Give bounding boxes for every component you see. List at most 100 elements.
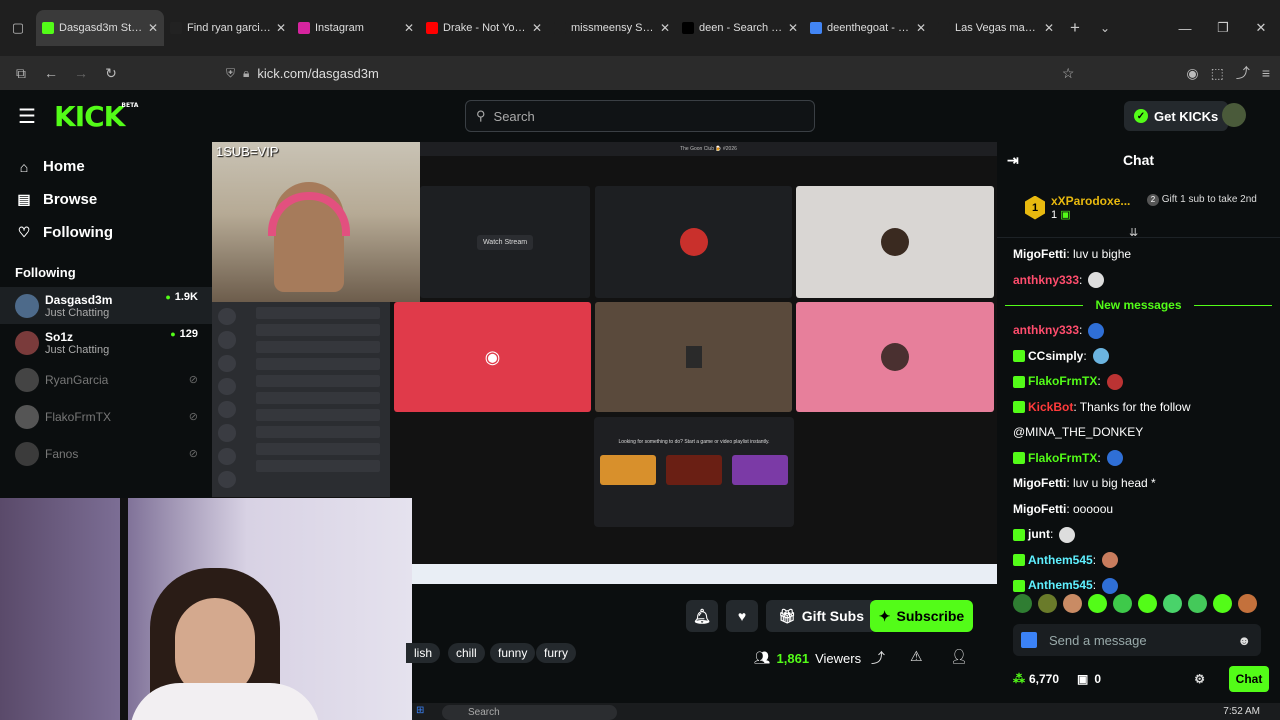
user-avatar[interactable] — [1222, 103, 1246, 127]
share-icon[interactable]: ⤴ — [871, 648, 885, 668]
subscriber-badge-icon — [1013, 579, 1025, 592]
following-heading: Following — [15, 265, 76, 280]
emote-icon[interactable] — [1088, 594, 1107, 613]
tab-close-icon[interactable]: ✕ — [276, 21, 286, 35]
followed-channel[interactable]: So1zJust Chatting 129 — [0, 324, 212, 361]
emote-icon[interactable] — [1138, 594, 1157, 613]
workspaces-icon[interactable]: ⧉ — [6, 65, 36, 82]
followed-channel[interactable]: Fanos ⊘ — [0, 435, 212, 472]
chat-username[interactable]: Anthem545 — [1028, 578, 1093, 592]
get-kicks-button[interactable]: ✓ Get KICKs — [1124, 101, 1229, 131]
share-icon[interactable]: ⤴ — [1236, 63, 1250, 83]
chat-username[interactable]: CCsimply — [1028, 349, 1083, 363]
tab-close-icon[interactable]: ✕ — [532, 21, 542, 35]
browser-tab[interactable]: deenthegoat - Go ✕ — [804, 10, 932, 46]
chat-username[interactable]: anthkny333 — [1013, 323, 1079, 337]
gift-prompt[interactable]: 2 Gift 1 sub to take 2nd — [1147, 194, 1272, 206]
tab-close-icon[interactable]: ✕ — [788, 21, 798, 35]
taskbar-clock: 7:52 AM — [1223, 706, 1260, 717]
browser-tab[interactable]: deen - Search / X ✕ — [676, 10, 804, 46]
browser-tab[interactable]: Dasgasd3m Stream ✕ — [36, 10, 164, 46]
chat-username[interactable]: MigoFetti — [1013, 476, 1066, 490]
browser-tab[interactable]: Instagram ✕ — [292, 10, 420, 46]
stream-tag[interactable]: lish — [406, 643, 441, 663]
tab-close-icon[interactable]: ✕ — [1044, 21, 1054, 35]
profile-icon[interactable]: ◉ — [1186, 65, 1198, 82]
chat-username[interactable]: Anthem545 — [1028, 553, 1093, 567]
notification-bell-button[interactable]: 🔔︎ — [686, 600, 718, 632]
expand-icon[interactable]: ⇊ — [1129, 226, 1138, 239]
logo-text: KICK — [54, 99, 125, 133]
tab-close-icon[interactable]: ✕ — [660, 21, 670, 35]
tab-close-icon[interactable]: ✕ — [148, 21, 158, 35]
send-message-placeholder: Send a message — [1049, 632, 1147, 648]
channel-avatar — [15, 330, 39, 355]
new-tab-button[interactable]: + — [1060, 18, 1090, 38]
followed-channel[interactable]: RyanGarcia ⊘ — [0, 361, 212, 398]
game-thumbnail — [732, 455, 788, 485]
subscribe-button[interactable]: ✦ Subscribe — [870, 600, 973, 632]
tab-list-button[interactable]: ⌄ — [1090, 21, 1120, 35]
browser-tab[interactable]: missmeensy Strea ✕ — [548, 10, 676, 46]
settings-gear-icon[interactable]: ⚙ — [1194, 672, 1205, 686]
kick-logo[interactable]: KICK BETA — [54, 99, 138, 133]
emote-icon[interactable] — [1038, 594, 1057, 613]
nav-browse[interactable]: ▤ Browse — [0, 183, 212, 216]
search-input[interactable]: ⚲ Search — [465, 100, 815, 132]
stream-tag[interactable]: funny — [490, 643, 536, 663]
chat-username[interactable]: MigoFetti — [1013, 247, 1066, 261]
restore-icon[interactable]: ❐ — [1204, 20, 1242, 36]
follow-button[interactable]: ♥ — [726, 600, 758, 632]
report-icon[interactable]: ⚠ — [910, 648, 923, 665]
send-chat-button[interactable]: Chat — [1229, 666, 1269, 692]
emote-icon[interactable] — [1238, 594, 1257, 613]
emote-icon[interactable] — [1213, 594, 1232, 613]
gifts-value[interactable]: 0 — [1094, 672, 1101, 686]
browser-tab[interactable]: Las Vegas man tal ✕ — [932, 10, 1060, 46]
send-message-input[interactable]: Send a message ☻ — [1013, 624, 1261, 656]
emote-icon[interactable] — [1063, 594, 1082, 613]
browser-tab[interactable]: Find ryan garcia fi ✕ — [164, 10, 292, 46]
emoji-icon[interactable]: ☻ — [1237, 633, 1251, 648]
chat-username[interactable]: MigoFetti — [1013, 502, 1066, 516]
collapse-chat-icon[interactable]: ⇥ — [1007, 152, 1019, 169]
back-button[interactable]: ← — [36, 65, 66, 81]
points-value[interactable]: 6,770 — [1029, 672, 1059, 686]
stream-tag[interactable]: furry — [536, 643, 576, 663]
followed-channel[interactable]: FlakoFrmTX ⊘ — [0, 398, 212, 435]
url-field[interactable]: ⛨ 🔒︎ kick.com/dasgasd3m — [226, 60, 1086, 86]
nav-home[interactable]: ⌂ Home — [0, 150, 212, 183]
followed-channel[interactable]: Dasgasd3mJust Chatting 1.9K — [0, 287, 212, 324]
reload-button[interactable]: ↻ — [96, 65, 126, 82]
chat-username[interactable]: KickBot — [1028, 400, 1073, 414]
emote-icon[interactable] — [1188, 594, 1207, 613]
chat-username[interactable]: FlakoFrmTX — [1028, 374, 1097, 388]
tab-close-icon[interactable]: ✕ — [916, 21, 926, 35]
profile-card-icon[interactable]: 👤︎ — [950, 648, 968, 665]
chat-username[interactable]: junt — [1028, 527, 1050, 541]
extensions-icon[interactable]: ⬚ — [1211, 65, 1224, 82]
top-gifter-name[interactable]: xXParodoxe... — [1051, 194, 1130, 208]
tab-favicon-icon — [682, 22, 694, 34]
close-window-icon[interactable]: ✕ — [1242, 20, 1280, 36]
emote-icon[interactable] — [1013, 594, 1032, 613]
tab-close-icon[interactable]: ✕ — [404, 21, 414, 35]
gift-subs-button[interactable]: 🎁︎ Gift Subs — [766, 600, 876, 632]
taskbar-search[interactable]: Search — [442, 705, 617, 720]
minimize-icon[interactable]: — — [1166, 21, 1204, 36]
windows-start-icon[interactable]: ⊞ — [416, 705, 424, 716]
emote-icon[interactable] — [1113, 594, 1132, 613]
bookmark-star-icon[interactable]: ☆ — [1062, 65, 1075, 82]
chat-username[interactable]: FlakoFrmTX — [1028, 451, 1097, 465]
menu-icon[interactable]: ≡ — [1262, 65, 1270, 81]
stream-tag[interactable]: chill — [448, 643, 485, 663]
browser-tab[interactable]: Drake - Not You To ✕ — [420, 10, 548, 46]
chat-username[interactable]: anthkny333 — [1013, 273, 1079, 287]
hamburger-menu-icon[interactable]: ☰ — [0, 104, 54, 129]
chat-message: MigoFetti: luv u bighe — [1013, 242, 1264, 268]
forward-button[interactable]: → — [66, 65, 96, 81]
channel-name: FlakoFrmTX — [45, 409, 111, 424]
nav-following[interactable]: ♡ Following — [0, 216, 212, 249]
tab-actions-icon[interactable]: ▢ — [0, 0, 36, 56]
emote-icon[interactable] — [1163, 594, 1182, 613]
